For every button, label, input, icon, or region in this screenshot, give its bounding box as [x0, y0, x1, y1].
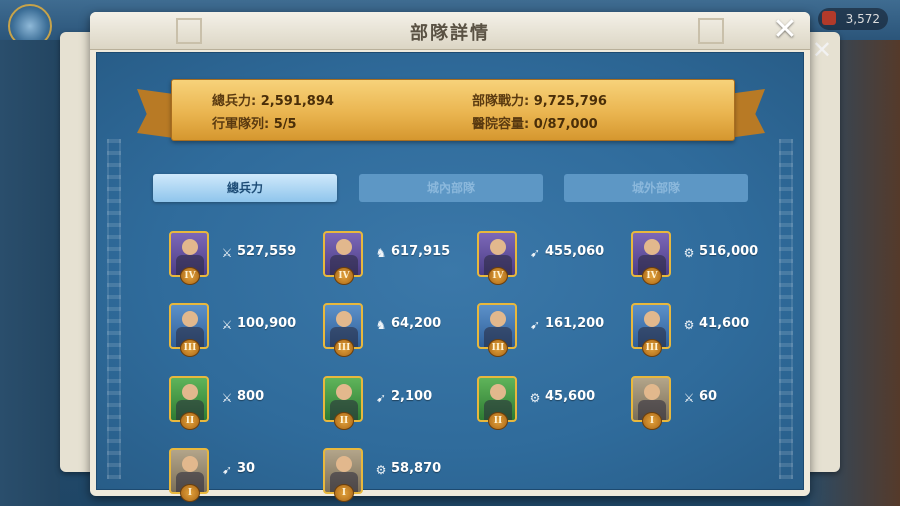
tier-badge: II — [488, 412, 508, 430]
siege-icon: ⚙ — [683, 246, 695, 260]
background-close-icon: ✕ — [811, 36, 832, 64]
stats-banner: 總兵力: 2,591,894 行軍隊列: 5/5 部隊戰力: 9,725,796… — [171, 79, 735, 141]
tier-badge: III — [334, 339, 354, 357]
archer-icon: ➹ — [529, 246, 541, 260]
tier-badge: IV — [180, 267, 200, 285]
troop-count: 60 — [699, 389, 718, 404]
troop-portrait-head — [182, 384, 198, 400]
troop-portrait-head — [644, 239, 660, 255]
archer-icon: ➹ — [529, 318, 541, 332]
troop-portrait-head — [336, 239, 352, 255]
troop-portrait-head — [644, 384, 660, 400]
resource-counter: 3,572 — [818, 8, 888, 30]
troop-count: 455,060 — [545, 244, 605, 259]
hospital-value: 0/87,000 — [533, 117, 598, 132]
troop-power-value: 9,725,796 — [533, 94, 607, 109]
hospital-stat: 醫院容量: 0/87,000 — [472, 113, 598, 132]
dialog-title: 部隊詳情 — [410, 23, 490, 44]
background-left — [0, 40, 60, 506]
march-queue-label: 行軍隊列: — [212, 117, 270, 132]
troop-portrait-head — [490, 384, 506, 400]
infantry-icon: ⚔ — [221, 318, 233, 332]
troop-power-label: 部隊戰力: — [472, 94, 530, 109]
tier-badge: II — [334, 412, 354, 430]
tier-badge: III — [180, 339, 200, 357]
title-bar: 部隊詳情 ✕ — [90, 12, 810, 50]
tier-badge: I — [180, 484, 200, 502]
tier-badge: I — [334, 484, 354, 502]
border-pattern-left — [107, 139, 121, 479]
tab-in-city[interactable]: 城內部隊 — [359, 174, 543, 202]
troop-count: 58,870 — [391, 461, 442, 476]
tab-total-troops[interactable]: 總兵力 — [153, 174, 337, 202]
troop-portrait-head — [490, 311, 506, 327]
close-icon[interactable]: ✕ — [770, 15, 800, 46]
troop-details-dialog: 部隊詳情 ✕ 總兵力: 2,591,894 行軍隊列: 5/5 部隊戰力: 9,… — [90, 12, 810, 502]
troop-count: 41,600 — [699, 316, 750, 331]
infantry-icon: ⚔ — [683, 391, 695, 405]
total-troops-stat: 總兵力: 2,591,894 — [212, 90, 334, 109]
troop-count: 800 — [237, 389, 265, 404]
border-pattern-right — [779, 139, 793, 479]
tier-badge: IV — [642, 267, 662, 285]
tier-badge: II — [180, 412, 200, 430]
troop-count: 516,000 — [699, 244, 759, 259]
troop-portrait-head — [336, 384, 352, 400]
troop-count: 100,900 — [237, 316, 297, 331]
troop-content: 總兵力: 2,591,894 行軍隊列: 5/5 部隊戰力: 9,725,796… — [96, 52, 804, 502]
march-queue-stat: 行軍隊列: 5/5 — [212, 113, 297, 132]
archer-icon: ➹ — [221, 463, 233, 477]
troop-portrait-head — [490, 239, 506, 255]
troop-portrait-head — [336, 456, 352, 472]
siege-icon: ⚙ — [529, 391, 541, 405]
troop-portrait-head — [336, 311, 352, 327]
troop-portrait-head — [644, 311, 660, 327]
troop-count: 617,915 — [391, 244, 451, 259]
troop-count: 45,600 — [545, 389, 596, 404]
archer-icon: ➹ — [375, 391, 387, 405]
tier-badge: IV — [488, 267, 508, 285]
tier-badge: III — [488, 339, 508, 357]
tier-badge: III — [642, 339, 662, 357]
troop-count: 30 — [237, 461, 256, 476]
troop-count: 161,200 — [545, 316, 605, 331]
troop-portrait-head — [182, 311, 198, 327]
troop-count: 2,100 — [391, 389, 433, 404]
tier-badge: IV — [334, 267, 354, 285]
hospital-label: 醫院容量: — [472, 117, 530, 132]
cavalry-icon: ♞ — [375, 246, 387, 260]
troop-count: 64,200 — [391, 316, 442, 331]
total-troops-label: 總兵力: — [212, 94, 257, 109]
cavalry-icon: ♞ — [375, 318, 387, 332]
troop-portrait-head — [182, 239, 198, 255]
siege-icon: ⚙ — [683, 318, 695, 332]
troop-power-stat: 部隊戰力: 9,725,796 — [472, 90, 607, 109]
siege-icon: ⚙ — [375, 463, 387, 477]
troop-portrait-head — [182, 456, 198, 472]
tab-out-city[interactable]: 城外部隊 — [564, 174, 748, 202]
infantry-icon: ⚔ — [221, 246, 233, 260]
troop-count: 527,559 — [237, 244, 297, 259]
total-troops-value: 2,591,894 — [260, 94, 334, 109]
infantry-icon: ⚔ — [221, 391, 233, 405]
tier-badge: I — [642, 412, 662, 430]
march-queue-value: 5/5 — [273, 117, 297, 132]
